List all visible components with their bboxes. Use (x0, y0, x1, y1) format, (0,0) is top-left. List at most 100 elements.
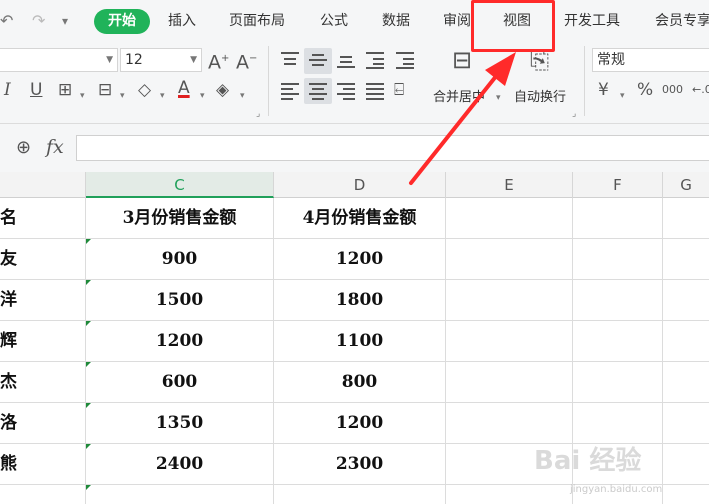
merge-cells-icon[interactable]: ⊟ (452, 48, 472, 72)
cell[interactable] (663, 198, 709, 239)
cell[interactable] (446, 485, 573, 504)
column-header-c[interactable]: C (86, 172, 274, 198)
increase-indent-icon[interactable] (396, 52, 414, 69)
march-cell[interactable] (86, 485, 274, 504)
cell[interactable] (573, 239, 663, 280)
search-function-icon[interactable]: ⊕ (16, 137, 31, 158)
cell[interactable] (446, 239, 573, 280)
cell[interactable] (446, 321, 573, 362)
alignment-dialog-launcher-icon[interactable]: ⌟ (572, 104, 576, 124)
cell[interactable] (446, 280, 573, 321)
justify-icon[interactable] (366, 83, 384, 100)
cell[interactable] (663, 485, 709, 504)
font-name-select[interactable]: ▼ (0, 48, 118, 72)
cell-style-icon[interactable]: ⊟ (98, 80, 112, 100)
march-cell[interactable]: 1350 (86, 403, 274, 444)
april-cell[interactable]: 2300 (274, 444, 446, 485)
percent-icon[interactable]: % (637, 80, 653, 100)
tab-page-layout[interactable]: 页面布局 (229, 10, 285, 32)
tab-insert[interactable]: 插入 (168, 10, 196, 32)
distributed-align-icon[interactable]: ⍇ (394, 80, 404, 100)
insert-function-icon[interactable]: fx (46, 136, 64, 158)
name-cell[interactable] (0, 485, 86, 504)
column-header-f[interactable]: F (573, 172, 663, 198)
name-cell[interactable]: 熊 (0, 444, 86, 485)
april-cell[interactable]: 1200 (274, 403, 446, 444)
cell[interactable] (573, 403, 663, 444)
header-cell-name[interactable]: 名 (0, 198, 86, 239)
header-cell-march[interactable]: 3月份销售金额 (86, 198, 274, 239)
increase-font-icon[interactable]: A+ (208, 49, 229, 72)
april-cell[interactable]: 800 (274, 362, 446, 403)
column-header-d[interactable]: D (274, 172, 446, 198)
decrease-font-icon[interactable]: A− (236, 49, 257, 72)
align-center-icon[interactable] (309, 83, 327, 100)
align-bottom-icon[interactable] (337, 52, 355, 68)
italic-icon[interactable]: I (4, 80, 11, 100)
cell[interactable] (663, 362, 709, 403)
column-header-a[interactable] (0, 172, 86, 198)
cell[interactable] (573, 362, 663, 403)
cell[interactable] (663, 403, 709, 444)
tab-data[interactable]: 数据 (382, 10, 410, 32)
decrease-indent-icon[interactable] (366, 52, 384, 69)
tab-home[interactable]: 开始 (94, 9, 150, 34)
april-cell[interactable]: 1200 (274, 239, 446, 280)
eraser-icon[interactable]: ◈ (216, 80, 229, 100)
chevron-down-icon[interactable]: ▾ (240, 86, 245, 106)
redo-icon[interactable]: ↷ (32, 10, 45, 32)
align-middle-icon[interactable] (309, 52, 327, 68)
cell[interactable] (573, 280, 663, 321)
cell[interactable] (573, 321, 663, 362)
column-header-g[interactable]: G (663, 172, 709, 198)
chevron-down-icon[interactable]: ▾ (496, 88, 501, 108)
cell[interactable] (663, 321, 709, 362)
name-cell[interactable]: 杰 (0, 362, 86, 403)
chevron-down-icon[interactable]: ▾ (620, 86, 625, 106)
tab-formula[interactable]: 公式 (320, 10, 348, 32)
quick-access-dropdown-icon[interactable]: ▾ (62, 10, 68, 32)
decimal-icon[interactable]: ←.0 (692, 80, 709, 100)
march-cell[interactable]: 600 (86, 362, 274, 403)
font-dialog-launcher-icon[interactable]: ⌟ (256, 104, 260, 124)
align-left-icon[interactable] (281, 83, 299, 100)
april-cell[interactable]: 1100 (274, 321, 446, 362)
cell[interactable] (663, 444, 709, 485)
name-cell[interactable]: 辉 (0, 321, 86, 362)
formula-input[interactable] (76, 135, 709, 161)
chevron-down-icon[interactable]: ▾ (160, 86, 165, 106)
cell[interactable] (573, 198, 663, 239)
march-cell[interactable]: 1500 (86, 280, 274, 321)
font-color-icon[interactable]: A (178, 78, 190, 98)
april-cell[interactable] (274, 485, 446, 504)
april-cell[interactable]: 1800 (274, 280, 446, 321)
merge-center-button[interactable]: 合并居中 (433, 86, 485, 105)
cell[interactable] (446, 403, 573, 444)
tab-review[interactable]: 审阅 (443, 10, 471, 32)
column-header-e[interactable]: E (446, 172, 573, 198)
align-top-icon[interactable] (281, 52, 299, 68)
cell[interactable] (663, 239, 709, 280)
chevron-down-icon[interactable]: ▾ (120, 86, 125, 106)
header-cell-april[interactable]: 4月份销售金额 (274, 198, 446, 239)
currency-icon[interactable]: ¥ (598, 80, 609, 100)
align-right-icon[interactable] (337, 83, 355, 100)
thousands-separator-icon[interactable]: 000 (662, 80, 683, 100)
name-cell[interactable]: 洛 (0, 403, 86, 444)
name-cell[interactable]: 洋 (0, 280, 86, 321)
font-size-select[interactable]: 12 ▼ (120, 48, 202, 72)
underline-icon[interactable]: U (30, 80, 42, 100)
cell[interactable] (446, 198, 573, 239)
undo-icon[interactable]: ↶ (0, 10, 13, 32)
number-format-select[interactable]: 常规 (592, 48, 709, 72)
wrap-text-button[interactable]: 自动换行 (514, 86, 566, 105)
march-cell[interactable]: 900 (86, 239, 274, 280)
chevron-down-icon[interactable]: ▾ (80, 86, 85, 106)
tab-developer[interactable]: 开发工具 (564, 10, 620, 32)
wrap-text-icon[interactable]: ⎘ (530, 48, 549, 72)
cell[interactable] (663, 280, 709, 321)
march-cell[interactable]: 2400 (86, 444, 274, 485)
march-cell[interactable]: 1200 (86, 321, 274, 362)
tab-member[interactable]: 会员专享 (655, 10, 709, 32)
fill-color-icon[interactable]: ◇ (138, 80, 151, 100)
